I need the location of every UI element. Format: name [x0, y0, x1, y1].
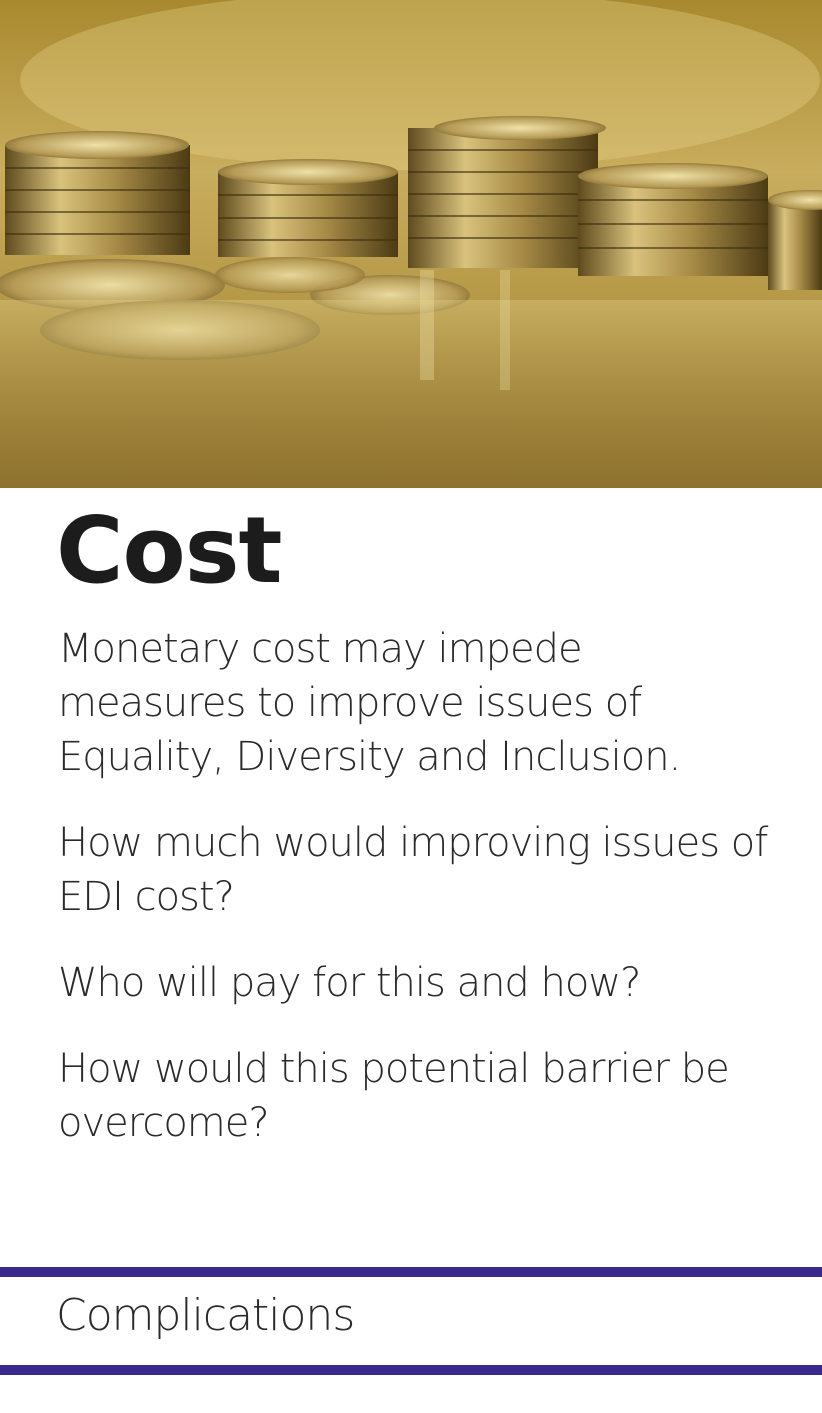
question-overcome: How would this potential barrier be over… — [58, 1046, 730, 1146]
card-title: Cost — [56, 497, 282, 604]
card-description: Monetary cost may impede measures to imp… — [58, 622, 778, 1182]
top-divider — [0, 1267, 822, 1277]
coins-photo — [0, 0, 822, 488]
coins-illustration — [0, 0, 822, 488]
question-payer: Who will pay for this and how? — [58, 960, 641, 1006]
bottom-divider — [0, 1365, 822, 1375]
question-cost: How much would improving issues of EDI c… — [58, 820, 768, 920]
description-paragraph: Monetary cost may impede measures to imp… — [58, 626, 681, 780]
category-label: Complications — [56, 1290, 355, 1341]
